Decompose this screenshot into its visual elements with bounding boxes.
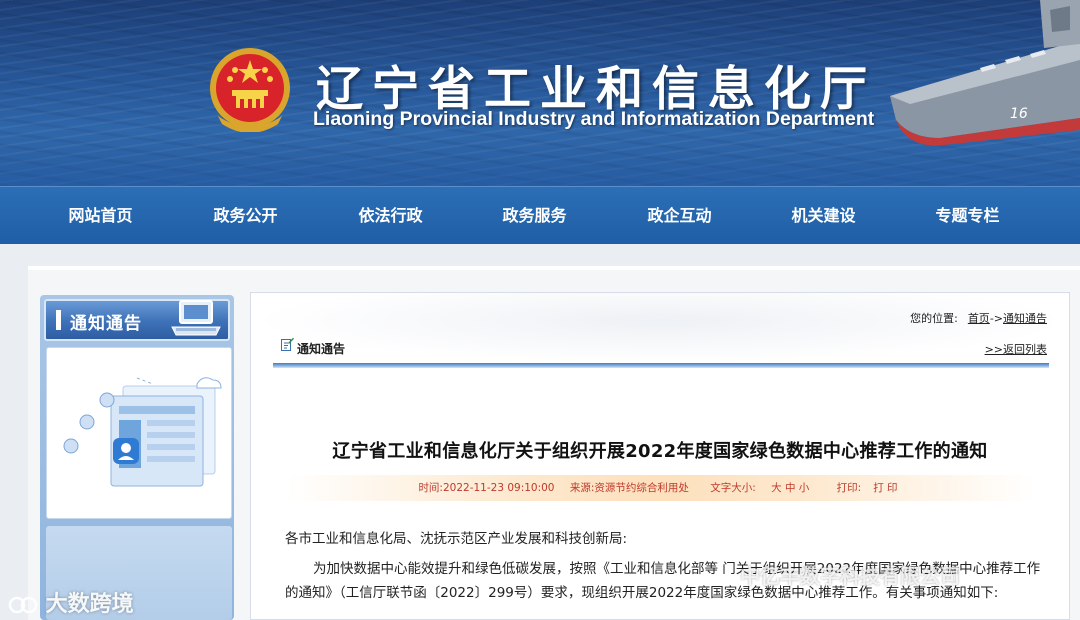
breadcrumb-current-link[interactable]: 通知通告 (1003, 312, 1047, 325)
sidebar-header[interactable]: 通知通告 (44, 299, 230, 341)
nav-item-organ[interactable]: 机关建设 (751, 187, 896, 245)
breadcrumb: 您的位置: 首页->通知通告 (910, 310, 1047, 326)
site-banner: 辽宁省工业和信息化厅 Liaoning Provincial Industry … (0, 0, 1080, 186)
watermark-right-text: 中亿丰数字科技有限公司 (740, 564, 960, 588)
article-title: 辽宁省工业和信息化厅关于组织开展2022年度国家绿色数据中心推荐工作的通知 (332, 441, 988, 462)
watermark-left-text: 大数跨境 (45, 592, 134, 617)
watermark-logo-icon (8, 596, 38, 614)
notice-illustration-icon (63, 377, 222, 487)
sidebar-illustration (46, 347, 232, 519)
nav-item-interaction[interactable]: 政企互动 (607, 187, 752, 245)
watermark-right: 中亿丰数字科技有限公司 (740, 560, 960, 589)
watermark-left: 大数跨境 (8, 586, 134, 618)
svg-text:16: 16 (1010, 106, 1028, 122)
national-emblem-icon (210, 48, 290, 132)
sidebar-header-label: 通知通告 (70, 314, 142, 334)
section-label: 通知通告 (297, 342, 346, 356)
laptop-icon (171, 300, 221, 336)
back-to-list-link[interactable]: >>返回列表 (985, 341, 1047, 357)
breadcrumb-prefix: 您的位置: (910, 312, 958, 325)
article-salutation: 各市工业和信息化局、沈抚示范区产业发展和科技创新局: (285, 531, 628, 547)
print-button[interactable]: 打 印 (873, 482, 897, 494)
article-meta: 时间:2022-11-23 09:10:00 来源:资源节约综合利用处 文字大小… (286, 475, 1036, 501)
nav-item-gov-affairs[interactable]: 政务公开 (173, 187, 318, 245)
print-label: 打印: (836, 482, 862, 494)
font-size-label: 文字大小: (710, 482, 756, 494)
nav-item-topics[interactable]: 专题专栏 (895, 187, 1040, 245)
content-header-bg (251, 293, 1069, 363)
main-nav: 网站首页 政务公开 依法行政 政务服务 政企互动 机关建设 专题专栏 (0, 186, 1080, 244)
nav-item-law[interactable]: 依法行政 (318, 187, 463, 245)
site-subtitle: Liaoning Provincial Industry and Informa… (313, 108, 875, 130)
sidebar-header-bar (56, 310, 61, 330)
article-source: 来源:资源节约综合利用处 (569, 482, 689, 494)
edit-note-icon (281, 337, 294, 351)
nav-item-home[interactable]: 网站首页 (28, 187, 173, 245)
section-divider (273, 363, 1049, 368)
nav-item-services[interactable]: 政务服务 (462, 187, 607, 245)
breadcrumb-separator: -> (989, 312, 1003, 325)
font-size-options[interactable]: 大 中 小 (771, 482, 809, 494)
breadcrumb-home-link[interactable]: 首页 (968, 312, 990, 325)
article-time: 时间:2022-11-23 09:10:00 (418, 482, 555, 494)
